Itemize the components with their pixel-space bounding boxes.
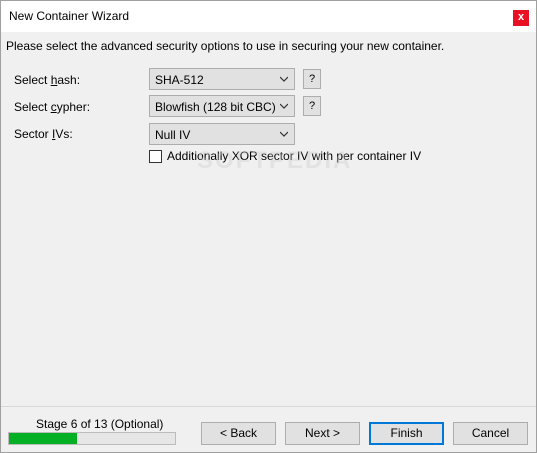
progress-fill <box>9 433 77 444</box>
stage-progress-bar <box>8 432 176 445</box>
cypher-value: Blowfish (128 bit CBC) <box>155 100 276 114</box>
cypher-label: Select cypher: <box>14 100 91 114</box>
stage-text: Stage 6 of 13 (Optional) <box>36 417 164 431</box>
hash-help-button[interactable]: ? <box>303 69 321 89</box>
xor-checkbox[interactable] <box>149 150 162 163</box>
sector-ivs-value: Null IV <box>155 128 191 142</box>
back-button[interactable]: < Back <box>201 422 276 445</box>
cypher-help-button[interactable]: ? <box>303 96 321 116</box>
footer-divider <box>1 406 536 407</box>
next-button[interactable]: Next > <box>285 422 360 445</box>
sector-ivs-select[interactable]: Null IV <box>149 123 295 145</box>
window-title: New Container Wizard <box>9 9 130 23</box>
title-bar: New Container Wizard x <box>1 1 536 32</box>
intro-text: Please select the advanced security opti… <box>6 39 445 53</box>
finish-button[interactable]: Finish <box>369 422 444 445</box>
cancel-button[interactable]: Cancel <box>453 422 528 445</box>
sector-ivs-label: Sector IVs: <box>14 127 73 141</box>
chevron-down-icon <box>280 131 288 137</box>
close-button[interactable]: x <box>513 10 529 26</box>
hash-label: Select hash: <box>14 73 81 87</box>
hash-select[interactable]: SHA-512 <box>149 68 295 90</box>
xor-checkbox-label[interactable]: Additionally XOR sector IV with per cont… <box>167 149 421 163</box>
cypher-select[interactable]: Blowfish (128 bit CBC) <box>149 95 295 117</box>
wizard-window: New Container Wizard x Please select the… <box>0 0 537 453</box>
hash-value: SHA-512 <box>155 73 204 87</box>
chevron-down-icon <box>280 103 288 109</box>
chevron-down-icon <box>280 76 288 82</box>
